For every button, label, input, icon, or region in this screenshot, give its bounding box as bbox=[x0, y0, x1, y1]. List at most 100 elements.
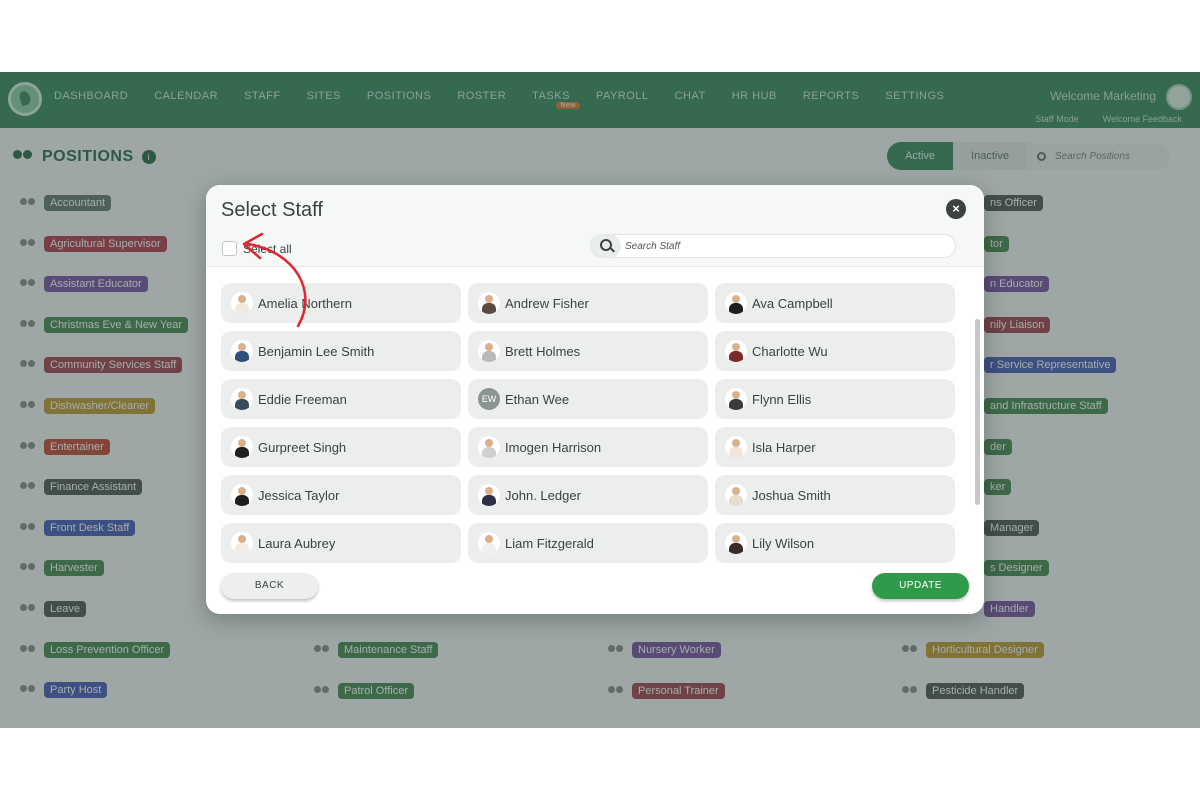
modal-footer: BACK UPDATE bbox=[206, 563, 984, 614]
avatar-body bbox=[235, 303, 249, 314]
scrollbar[interactable] bbox=[975, 319, 980, 505]
avatar-head bbox=[732, 295, 740, 303]
avatar-body bbox=[235, 447, 249, 458]
staff-card[interactable]: Isla Harper bbox=[715, 427, 955, 467]
search-staff-input[interactable] bbox=[625, 238, 945, 254]
staff-name: Andrew Fisher bbox=[505, 295, 589, 311]
avatar-head bbox=[238, 343, 246, 351]
staff-card[interactable]: Gurpreet Singh bbox=[221, 427, 461, 467]
staff-card[interactable]: Andrew Fisher bbox=[468, 283, 708, 323]
staff-avatar bbox=[231, 388, 253, 410]
staff-avatar bbox=[725, 340, 747, 362]
staff-card[interactable]: Eddie Freeman bbox=[221, 379, 461, 419]
staff-avatar bbox=[478, 436, 500, 458]
staff-avatar bbox=[231, 340, 253, 362]
avatar-body bbox=[482, 543, 496, 554]
avatar-head bbox=[732, 343, 740, 351]
avatar-body bbox=[482, 447, 496, 458]
select-all-label[interactable]: Select all bbox=[243, 242, 292, 256]
staff-card[interactable]: Charlotte Wu bbox=[715, 331, 955, 371]
avatar-body bbox=[729, 495, 743, 506]
avatar-head bbox=[485, 343, 493, 351]
avatar-body bbox=[235, 351, 249, 362]
staff-initials-avatar: EW bbox=[478, 388, 500, 410]
staff-name: Liam Fitzgerald bbox=[505, 535, 594, 551]
avatar-head bbox=[732, 535, 740, 543]
staff-name: Amelia Northern bbox=[258, 295, 352, 311]
staff-card[interactable]: Joshua Smith bbox=[715, 475, 955, 515]
staff-name: Benjamin Lee Smith bbox=[258, 343, 375, 359]
staff-card[interactable]: Liam Fitzgerald bbox=[468, 523, 708, 563]
staff-name: Ava Campbell bbox=[752, 295, 833, 311]
staff-card[interactable]: Ava Campbell bbox=[715, 283, 955, 323]
avatar-body bbox=[235, 543, 249, 554]
avatar-head bbox=[485, 295, 493, 303]
avatar-body bbox=[729, 399, 743, 410]
avatar-body bbox=[729, 351, 743, 362]
staff-card[interactable]: Flynn Ellis bbox=[715, 379, 955, 419]
staff-name: Joshua Smith bbox=[752, 487, 831, 503]
staff-card[interactable]: Amelia Northern bbox=[221, 283, 461, 323]
staff-avatar bbox=[478, 484, 500, 506]
staff-card[interactable]: John. Ledger bbox=[468, 475, 708, 515]
staff-card[interactable]: Brett Holmes bbox=[468, 331, 708, 371]
staff-name: Eddie Freeman bbox=[258, 391, 347, 407]
avatar-body bbox=[729, 543, 743, 554]
staff-name: John. Ledger bbox=[505, 487, 581, 503]
modal-header: Select Staff × Select all bbox=[206, 185, 984, 267]
staff-card[interactable]: EW Ethan Wee bbox=[468, 379, 708, 419]
avatar-head bbox=[238, 487, 246, 495]
staff-name: Lily Wilson bbox=[752, 535, 815, 551]
staff-avatar bbox=[231, 436, 253, 458]
avatar-head bbox=[732, 391, 740, 399]
select-all-row[interactable]: Select all bbox=[222, 241, 292, 256]
staff-name: Ethan Wee bbox=[505, 391, 570, 407]
select-all-checkbox[interactable] bbox=[222, 241, 237, 256]
staff-avatar bbox=[231, 292, 253, 314]
avatar-head bbox=[238, 391, 246, 399]
search-staff-field[interactable] bbox=[590, 234, 956, 258]
back-button[interactable]: BACK bbox=[221, 573, 318, 599]
staff-avatar bbox=[231, 484, 253, 506]
staff-card[interactable]: Benjamin Lee Smith bbox=[221, 331, 461, 371]
avatar-head bbox=[732, 487, 740, 495]
staff-name: Jessica Taylor bbox=[258, 487, 340, 503]
staff-card[interactable]: Lily Wilson bbox=[715, 523, 955, 563]
staff-name: Flynn Ellis bbox=[752, 391, 812, 407]
avatar-head bbox=[238, 439, 246, 447]
avatar-body bbox=[482, 351, 496, 362]
avatar-body bbox=[482, 303, 496, 314]
avatar-body bbox=[235, 495, 249, 506]
staff-card[interactable]: Laura Aubrey bbox=[221, 523, 461, 563]
avatar-body bbox=[729, 303, 743, 314]
close-button[interactable]: × bbox=[946, 199, 966, 219]
staff-avatar bbox=[478, 340, 500, 362]
staff-avatar bbox=[725, 436, 747, 458]
staff-name: Charlotte Wu bbox=[752, 343, 828, 359]
staff-name: Imogen Harrison bbox=[505, 439, 602, 455]
staff-name: Laura Aubrey bbox=[258, 535, 336, 551]
avatar-head bbox=[238, 295, 246, 303]
avatar-head bbox=[485, 535, 493, 543]
avatar-body bbox=[729, 447, 743, 458]
staff-avatar bbox=[231, 532, 253, 554]
avatar-head bbox=[732, 439, 740, 447]
avatar-head bbox=[238, 535, 246, 543]
update-button[interactable]: UPDATE bbox=[872, 573, 969, 599]
select-staff-modal: Select Staff × Select all Amelia Norther… bbox=[206, 185, 984, 614]
staff-avatar bbox=[725, 532, 747, 554]
staff-name: Brett Holmes bbox=[505, 343, 581, 359]
staff-avatar bbox=[725, 388, 747, 410]
staff-avatar bbox=[725, 484, 747, 506]
staff-avatar bbox=[725, 292, 747, 314]
staff-avatar bbox=[478, 532, 500, 554]
avatar-head bbox=[485, 487, 493, 495]
avatar-body bbox=[482, 495, 496, 506]
staff-name: Gurpreet Singh bbox=[258, 439, 347, 455]
staff-list-area: Amelia Northern Andrew Fisher Ava Campbell… bbox=[206, 267, 984, 563]
staff-card[interactable]: Jessica Taylor bbox=[221, 475, 461, 515]
staff-avatar bbox=[478, 292, 500, 314]
staff-card[interactable]: Imogen Harrison bbox=[468, 427, 708, 467]
search-icon[interactable] bbox=[591, 234, 621, 258]
avatar-head bbox=[485, 439, 493, 447]
